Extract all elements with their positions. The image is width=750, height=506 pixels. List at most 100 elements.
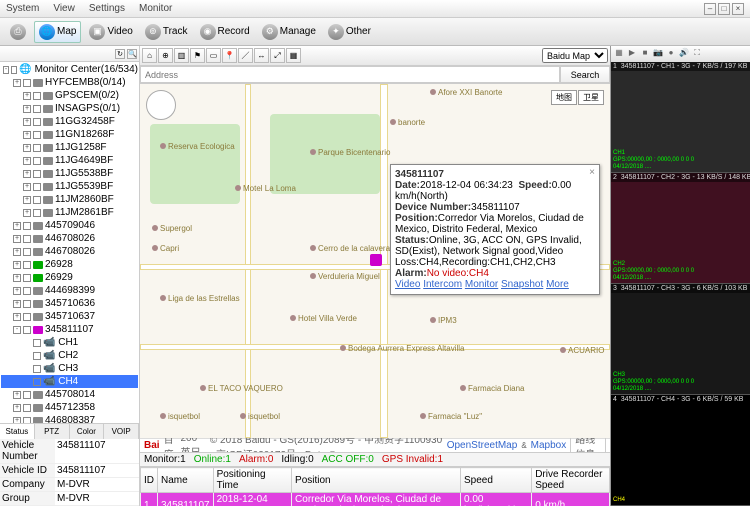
tree-item[interactable]: + 26928 [1,258,138,271]
tool-blank[interactable]: ⎙ [6,22,30,42]
popup-close-icon[interactable]: × [589,167,595,178]
camera-header: 4 345811107 - CH4 - 3G - 6 KB/S / 59 KB [611,395,750,404]
win-max-icon[interactable]: □ [718,3,730,15]
tree-search-icon[interactable]: 🔍 [127,49,137,59]
data-grid[interactable]: IDNamePositioning Time PositionSpeedDriv… [140,466,610,506]
win-min-icon[interactable]: – [704,3,716,15]
tool-map[interactable]: 🌐Map [34,21,81,43]
map-provider-select[interactable]: Baidu Map [542,48,608,63]
cam-grid-icon[interactable]: ▦ [613,48,625,60]
tree-item[interactable]: + 26929 [1,271,138,284]
tab-status[interactable]: Status [0,424,35,439]
map-type-map[interactable]: 地图 [551,90,577,105]
cam-full-icon[interactable]: ⛶ [691,48,703,60]
tree-item[interactable]: + 11GG32458F [1,115,138,128]
tree-channel[interactable]: 📹 CH1 [1,336,138,349]
mt-ruler-icon[interactable]: ↔ [254,48,269,63]
popup-link[interactable]: Intercom [423,279,462,290]
popup-link[interactable]: Monitor [465,279,498,290]
tree-item[interactable]: + 11JG5539BF [1,180,138,193]
mt-flag-icon[interactable]: ⚑ [190,48,205,63]
camera-overlay: CH3GPS:00000,00 ; 0000,00 0 0 004/12/201… [611,371,750,394]
table-row[interactable]: 13458111072018-12-04 06:34:23 Corredor V… [141,493,610,506]
camera-feed[interactable]: 3 345811107 - CH3 - 3G - 6 KB/S / 103 KB… [611,284,750,395]
vehicle-marker[interactable] [370,254,382,266]
tree-item[interactable]: + 11GN18268F [1,128,138,141]
tree-item[interactable]: + 445708014 [1,388,138,401]
tree-channel[interactable]: 📹 CH2 [1,349,138,362]
cam-snap-icon[interactable]: 📷 [652,48,664,60]
tree-item[interactable]: + 445712358 [1,401,138,414]
tree-item[interactable]: + INSAGPS(0/1) [1,102,138,115]
map-canvas[interactable]: 地图 卫星 Afore XXI BanortebanorteReserva Ec… [140,84,610,438]
mapbox-link[interactable]: Mapbox [531,440,567,451]
map-poi: Bodega Aurrera Express Altavilla [340,344,465,353]
mt-home-icon[interactable]: ⌂ [142,48,157,63]
menu-monitor[interactable]: Monitor [139,3,172,14]
mt-layer-icon[interactable]: ▥ [174,48,189,63]
tree-item[interactable]: + 445709046 [1,219,138,232]
tab-ptz[interactable]: PTZ [35,424,70,439]
camera-overlay: CH2GPS:00000,00 ; 0000,00 0 0 004/12/201… [611,260,750,283]
tree-item[interactable]: + 11JM2861BF [1,206,138,219]
popup-link[interactable]: Video [395,279,420,290]
tree-item[interactable]: - 345811107 [1,323,138,336]
popup-link[interactable]: Snapshot [501,279,543,290]
tab-color[interactable]: Color [70,424,105,439]
camera-feed[interactable]: 1 345811107 - CH1 - 3G - 7 KB/S / 197 KB… [611,62,750,173]
map-type-sat[interactable]: 卫星 [578,90,604,105]
tree-channel[interactable]: 📹 CH4 [1,375,138,388]
tree-root[interactable]: -🌐 Monitor Center(16/534) [1,63,138,76]
address-input[interactable] [140,66,560,83]
tree-item[interactable]: + HYFCEMB8(0/14) [1,76,138,89]
device-tree[interactable]: -🌐 Monitor Center(16/534)+ HYFCEMB8(0/14… [0,62,139,423]
mt-line-icon[interactable]: ／ [238,48,253,63]
tree-item[interactable]: + 11JG5538BF [1,167,138,180]
mt-pin-icon[interactable]: 📍 [222,48,237,63]
tree-item[interactable]: + 11JG4649BF [1,154,138,167]
search-button[interactable]: Search [560,66,610,83]
tree-item[interactable]: + 11JG1258F [1,141,138,154]
tree-refresh-icon[interactable]: ↻ [115,49,125,59]
compass-icon[interactable] [146,90,176,120]
cam-rec-icon[interactable]: ● [665,48,677,60]
mt-more-icon[interactable]: ▦ [286,48,301,63]
camera-header: 1 345811107 - CH1 - 3G - 7 KB/S / 197 KB [611,62,750,71]
map-poi: Capri [152,244,179,253]
tree-item[interactable]: + 11JM2860BF [1,193,138,206]
menubar: System View Settings Monitor – □ × [0,0,750,18]
tree-channel[interactable]: 📹 CH3 [1,362,138,375]
tree-item[interactable]: + 345710636 [1,297,138,310]
mt-zoom-icon[interactable]: ⤢ [270,48,285,63]
tree-item[interactable]: + 345710637 [1,310,138,323]
tool-track[interactable]: ⊚Track [141,22,192,42]
menu-settings[interactable]: Settings [89,3,125,14]
cam-vol-icon[interactable]: 🔊 [678,48,690,60]
tree-item[interactable]: + GPSCEM(0/2) [1,89,138,102]
cam-play-icon[interactable]: ▶ [626,48,638,60]
cam-stop-icon[interactable]: ■ [639,48,651,60]
main-toolbar: ⎙ 🌐Map ▣Video ⊚Track ◉Record ⚙Manage ✦Ot… [0,18,750,46]
tool-other[interactable]: ✦Other [324,22,375,42]
menu-system[interactable]: System [6,3,39,14]
map-poi: IPM3 [430,316,457,325]
camera-feed[interactable]: 4 345811107 - CH4 - 3G - 6 KB/S / 59 KBC… [611,395,750,506]
camera-feed[interactable]: 2 345811107 - CH2 - 3G - 13 KB/S / 148 K… [611,173,750,284]
mt-rect-icon[interactable]: ▭ [206,48,221,63]
tree-item[interactable]: + 446708026 [1,232,138,245]
tree-item[interactable]: + 446708026 [1,245,138,258]
map-poi: Parque Bicentenario [310,148,391,157]
tab-voip[interactable]: VOIP [104,424,139,439]
menu-view[interactable]: View [53,3,75,14]
tree-item[interactable]: + 446808387 [1,414,138,423]
tool-record[interactable]: ◉Record [196,22,254,42]
tool-video[interactable]: ▣Video [85,22,136,42]
vehicle-popup: × 345811107 Date:2018-12-04 06:34:23 Spe… [390,164,600,295]
win-close-icon[interactable]: × [732,3,744,15]
mt-target-icon[interactable]: ⊕ [158,48,173,63]
popup-link[interactable]: More [546,279,569,290]
map-poi: Verduleria Miguel [310,272,380,281]
tree-item[interactable]: + 444698399 [1,284,138,297]
osm-link[interactable]: OpenStreetMap [447,440,518,451]
tool-manage[interactable]: ⚙Manage [258,22,320,42]
